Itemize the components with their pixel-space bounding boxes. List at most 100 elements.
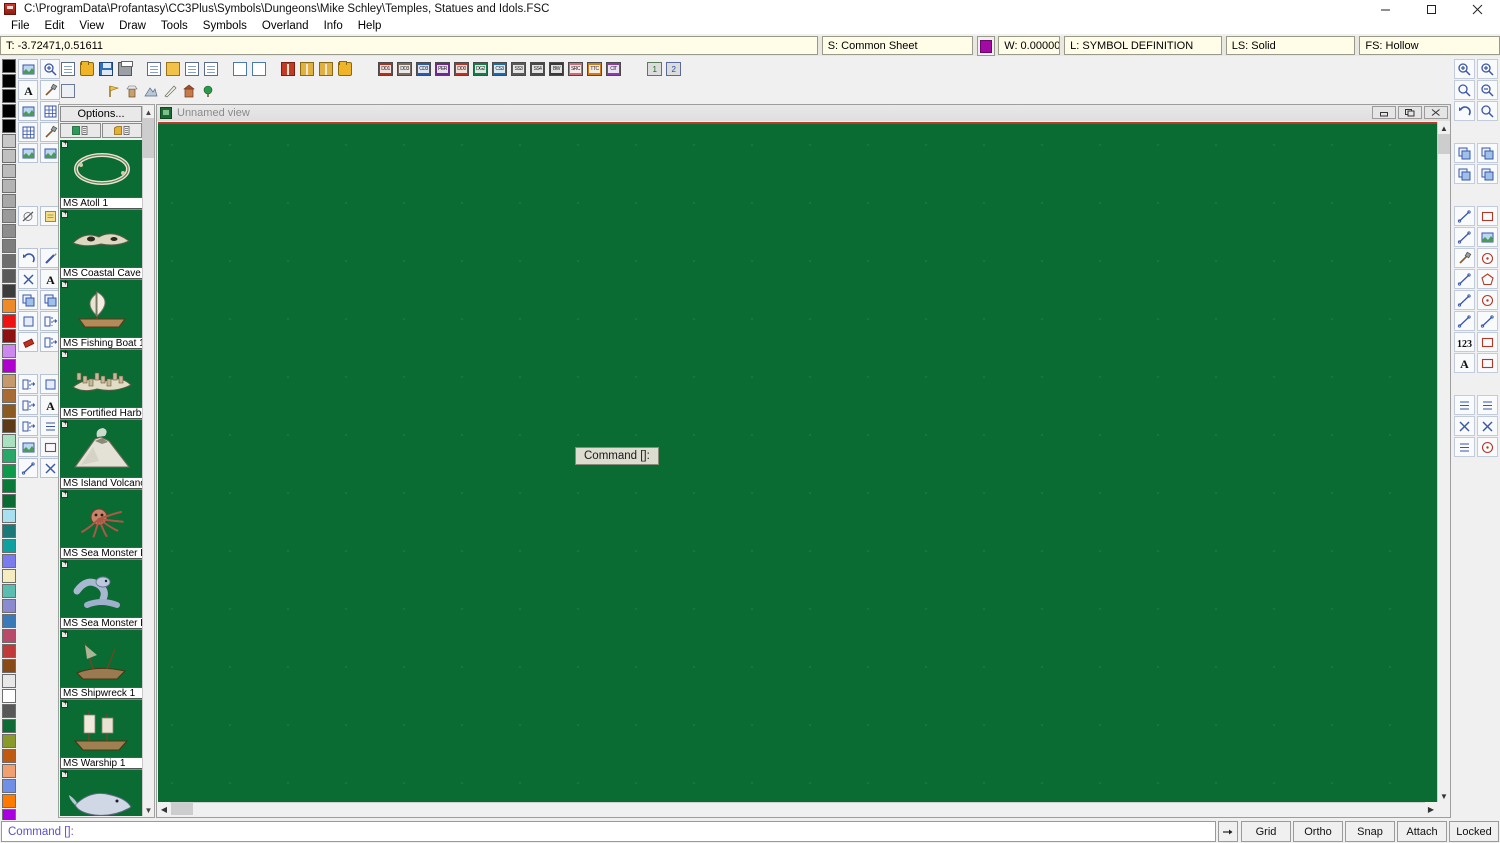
- menu-item-help[interactable]: Help: [351, 19, 389, 33]
- symbol-catalog-button[interactable]: [298, 61, 315, 78]
- sheet-effects-button[interactable]: [18, 143, 38, 163]
- spline-tool-button[interactable]: [1454, 290, 1475, 310]
- color-swatch[interactable]: [2, 749, 16, 763]
- catalog-symbol-item[interactable]: MS Fishing Boat 1: [60, 280, 143, 350]
- menu-item-tools[interactable]: Tools: [154, 19, 195, 33]
- measure-button[interactable]: [18, 206, 38, 226]
- canvas-scroll-right-button[interactable]: ▶: [1425, 802, 1437, 816]
- color-swatch[interactable]: [2, 404, 16, 418]
- color-swatch[interactable]: [2, 209, 16, 223]
- color-swatch[interactable]: [2, 494, 16, 508]
- canvas-scroll-left-button[interactable]: ◀: [158, 802, 170, 816]
- export-button[interactable]: [202, 61, 219, 78]
- color-swatch[interactable]: [2, 284, 16, 298]
- color-swatch[interactable]: [2, 554, 16, 568]
- catalog-ss4-button[interactable]: SS4: [529, 61, 546, 78]
- new-catalog-button[interactable]: [60, 123, 101, 138]
- save-file-button[interactable]: [97, 61, 114, 78]
- color-swatch[interactable]: [2, 434, 16, 448]
- menu-item-symbols[interactable]: Symbols: [196, 19, 254, 33]
- offset-button[interactable]: [40, 332, 60, 352]
- color-swatch[interactable]: [2, 59, 16, 73]
- view-restore-button[interactable]: [1398, 106, 1422, 119]
- canvas-hscroll-thumb[interactable]: [171, 803, 193, 815]
- open-catalog-button[interactable]: [101, 123, 142, 138]
- color-swatch[interactable]: [2, 149, 16, 163]
- catalog-scroll-thumb[interactable]: [143, 118, 154, 158]
- color-swatch[interactable]: [2, 89, 16, 103]
- color-swatch[interactable]: [2, 524, 16, 538]
- edit-text-button[interactable]: A: [40, 395, 60, 415]
- color-swatch[interactable]: [2, 569, 16, 583]
- map-view-button[interactable]: [18, 59, 38, 79]
- freehand-tool-button[interactable]: [1477, 311, 1498, 331]
- view-1-button[interactable]: 1: [646, 61, 663, 78]
- color-swatch[interactable]: [2, 314, 16, 328]
- color-swatch[interactable]: [2, 479, 16, 493]
- erase-button[interactable]: [18, 269, 38, 289]
- menu-item-info[interactable]: Info: [317, 19, 350, 33]
- view-2-button[interactable]: 2: [665, 61, 682, 78]
- map-canvas[interactable]: Command []:: [158, 122, 1437, 802]
- polygon-tool-button[interactable]: [1477, 269, 1498, 289]
- zoom-out-button[interactable]: [1477, 80, 1498, 100]
- undo-button[interactable]: [18, 248, 38, 268]
- color-swatch[interactable]: [2, 704, 16, 718]
- catalog-scroll-down-button[interactable]: ▼: [143, 804, 154, 816]
- color-swatch[interactable]: [2, 254, 16, 268]
- color-swatch[interactable]: [2, 119, 16, 133]
- symbol-insert-button[interactable]: [317, 61, 334, 78]
- symbol-manager-button[interactable]: [336, 61, 353, 78]
- frame-button[interactable]: [40, 437, 60, 457]
- color-swatch[interactable]: [2, 509, 16, 523]
- ortho-toggle[interactable]: Ortho: [1293, 821, 1343, 842]
- color-swatch[interactable]: [2, 584, 16, 598]
- redraw-button[interactable]: [1454, 101, 1475, 121]
- color-swatch[interactable]: [2, 164, 16, 178]
- tree-symbol-button[interactable]: [199, 83, 216, 100]
- catalog-symbol-item[interactable]: [60, 770, 143, 816]
- color-swatch[interactable]: [2, 329, 16, 343]
- catalog-scrollbar[interactable]: ▲ ▼: [142, 106, 154, 816]
- building-symbol-button[interactable]: [180, 83, 197, 100]
- node-add-button[interactable]: [1454, 437, 1475, 457]
- canvas-scroll-up-button[interactable]: ▲: [1438, 122, 1450, 134]
- zoom-extents-button[interactable]: [1454, 80, 1475, 100]
- text-style-button[interactable]: A: [40, 269, 60, 289]
- path-tool-button[interactable]: [1454, 227, 1475, 247]
- delete-button[interactable]: [40, 458, 60, 478]
- current-color-swatch[interactable]: [977, 36, 996, 56]
- color-swatch[interactable]: [2, 104, 16, 118]
- width-field[interactable]: W: 0.00000: [998, 36, 1061, 55]
- canvas-horizontal-scrollbar[interactable]: ◀ ▶: [158, 802, 1437, 816]
- color-swatch[interactable]: [2, 614, 16, 628]
- break-x-button[interactable]: [1477, 416, 1498, 436]
- view-close-button[interactable]: [1424, 106, 1448, 119]
- color-swatch[interactable]: [2, 179, 16, 193]
- extend-button[interactable]: [18, 416, 38, 436]
- catalog-dd1-button[interactable]: DD1: [377, 61, 394, 78]
- canvas-vscroll-thumb[interactable]: [1438, 134, 1450, 154]
- color-swatch[interactable]: [2, 764, 16, 778]
- grid-button[interactable]: [18, 122, 38, 142]
- color-swatch[interactable]: [2, 374, 16, 388]
- trim-button[interactable]: [18, 374, 38, 394]
- color-swatch[interactable]: [2, 269, 16, 283]
- color-swatch[interactable]: [2, 719, 16, 733]
- command-enter-button[interactable]: [1218, 821, 1238, 842]
- box-tool-button[interactable]: [1477, 206, 1498, 226]
- color-swatch[interactable]: [2, 689, 16, 703]
- polyline-tool-button[interactable]: [1454, 269, 1475, 289]
- menu-item-file[interactable]: File: [4, 19, 37, 33]
- tools-button[interactable]: [40, 122, 60, 142]
- color-swatch[interactable]: [2, 734, 16, 748]
- catalog-black-button[interactable]: BW: [548, 61, 565, 78]
- notes-button[interactable]: [164, 61, 181, 78]
- mountain-symbol-button[interactable]: [142, 83, 159, 100]
- fill-style-field[interactable]: FS: Hollow: [1359, 36, 1500, 55]
- color-swatch[interactable]: [2, 794, 16, 808]
- bring-to-front-button[interactable]: [1454, 143, 1475, 163]
- color-swatch[interactable]: [2, 779, 16, 793]
- color-swatch[interactable]: [2, 344, 16, 358]
- text-properties-button[interactable]: [59, 83, 76, 100]
